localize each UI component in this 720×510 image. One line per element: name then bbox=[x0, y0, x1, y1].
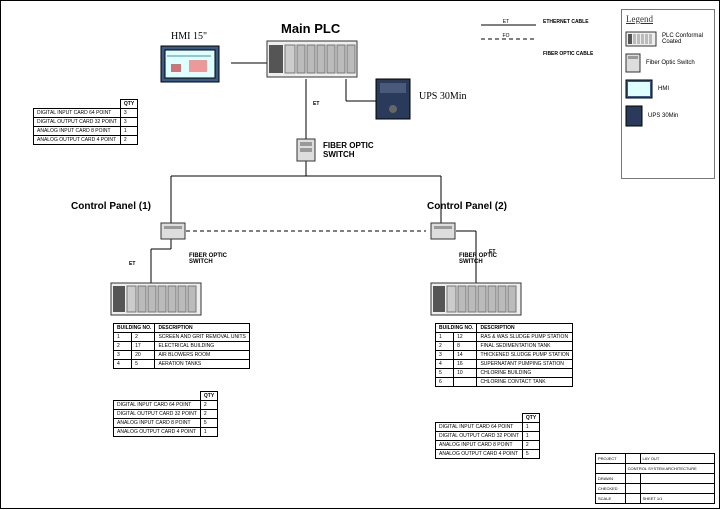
table-row: 416SUPERNATANT PUMPING STATION bbox=[436, 360, 573, 369]
ups-icon bbox=[376, 79, 412, 121]
legend-item: UPS 30Min bbox=[626, 106, 710, 126]
table-row: DIGITAL INPUT CARD 64 POINT3 bbox=[34, 109, 138, 118]
table-row: 510CHLORINE BUILDING bbox=[436, 369, 573, 378]
table-row: ANALOG INPUT CARD 8 POINT5 bbox=[114, 419, 218, 428]
legend-item: Fiber Optic Switch bbox=[626, 54, 710, 72]
table-row: ANALOG INPUT CARD 8 POINT2 bbox=[436, 441, 540, 450]
titleblock: PROJECTLAY OUT CONTROL SYSTEM ARCHITECTU… bbox=[595, 453, 715, 504]
table-row: DIGITAL OUTPUT CARD 32 POINT3 bbox=[34, 118, 138, 127]
hmi-icon bbox=[161, 46, 221, 86]
legend-title: Legend bbox=[626, 14, 710, 24]
svg-text:FO: FO bbox=[503, 33, 510, 39]
table-row: DIGITAL OUTPUT CARD 32 POINT2 bbox=[114, 410, 218, 419]
table-row: 45AERATION TANKS bbox=[114, 360, 250, 369]
svg-text:ET: ET bbox=[503, 19, 509, 25]
cp1-title: Control Panel (1) bbox=[71, 201, 151, 212]
plc-mini-icon bbox=[626, 32, 656, 46]
table-row: 12SCREEN AND GRIT REMOVAL UNITS bbox=[114, 333, 250, 342]
table-row: ANALOG OUTPUT CARD 4 POINT5 bbox=[436, 450, 540, 459]
plc1-icon bbox=[111, 283, 201, 317]
table-row: DIGITAL OUTPUT CARD 32 POINT1 bbox=[436, 432, 540, 441]
legend-panel: Legend PLC Conformal Coated Fiber Optic … bbox=[621, 9, 715, 179]
panel2-buildings: BUILDING NO.DESCRIPTION 112RAS & WAS SLU… bbox=[435, 323, 573, 387]
fos1-label: FIBER OPTIC SWITCH bbox=[189, 253, 227, 265]
plc-icon bbox=[267, 41, 357, 79]
table-row: DIGITAL INPUT CARD 64 POINT2 bbox=[114, 401, 218, 410]
table-row: DIGITAL INPUT CARD 64 POINT1 bbox=[436, 423, 540, 432]
panel1-buildings: BUILDING NO.DESCRIPTION 12SCREEN AND GRI… bbox=[113, 323, 250, 369]
ups-label: UPS 30Min bbox=[419, 91, 467, 102]
fos-center-icon bbox=[297, 139, 315, 161]
legend-item: HMI bbox=[626, 80, 710, 98]
plc2-icon bbox=[431, 283, 521, 317]
fos2-label: FIBER OPTIC SWITCH bbox=[459, 253, 497, 265]
table-row: ANALOG OUTPUT CARD 4 POINT1 bbox=[114, 428, 218, 437]
fos-center-label: FIBER OPTIC SWITCH bbox=[323, 141, 374, 159]
hmi-mini-icon bbox=[626, 80, 652, 98]
table-row: 320AIR BLOWERS ROOM bbox=[114, 351, 250, 360]
table-row: 28FINAL SEDIMENTATION TANK bbox=[436, 342, 573, 351]
ups-mini-icon bbox=[626, 106, 642, 126]
cp2-title: Control Panel (2) bbox=[427, 201, 507, 212]
fos-mini-icon bbox=[626, 54, 640, 72]
table-row: 112RAS & WAS SLUDGE PUMP STATION bbox=[436, 333, 573, 342]
fos2-icon bbox=[431, 223, 455, 239]
table-row: 217ELECTRICAL BUILDING bbox=[114, 342, 250, 351]
wiring-svg bbox=[1, 1, 720, 510]
main-plc-title: Main PLC bbox=[281, 21, 340, 36]
et-label-main: ET bbox=[313, 101, 319, 107]
legend-item: PLC Conformal Coated bbox=[626, 32, 710, 46]
cable-legend: ET FO ETHERNET CABLE FIBER OPTIC CABLE bbox=[481, 19, 611, 51]
et-label-cp1: ET bbox=[129, 261, 135, 267]
panel2-cards: QTY DIGITAL INPUT CARD 64 POINT1 DIGITAL… bbox=[435, 413, 540, 459]
table-row: 314THICKENED SLUDGE PUMP STATION bbox=[436, 351, 573, 360]
table-row: ANALOG INPUT CARD 8 POINT1 bbox=[34, 127, 138, 136]
io-cards-top: QTY DIGITAL INPUT CARD 64 POINT3 DIGITAL… bbox=[33, 99, 138, 145]
fos1-icon bbox=[161, 223, 185, 239]
panel1-cards: QTY DIGITAL INPUT CARD 64 POINT2 DIGITAL… bbox=[113, 391, 218, 437]
table-row: ANALOG OUTPUT CARD 4 POINT2 bbox=[34, 136, 138, 145]
table-row: 6CHLORINE CONTACT TANK bbox=[436, 378, 573, 387]
hmi-label: HMI 15" bbox=[171, 31, 207, 42]
